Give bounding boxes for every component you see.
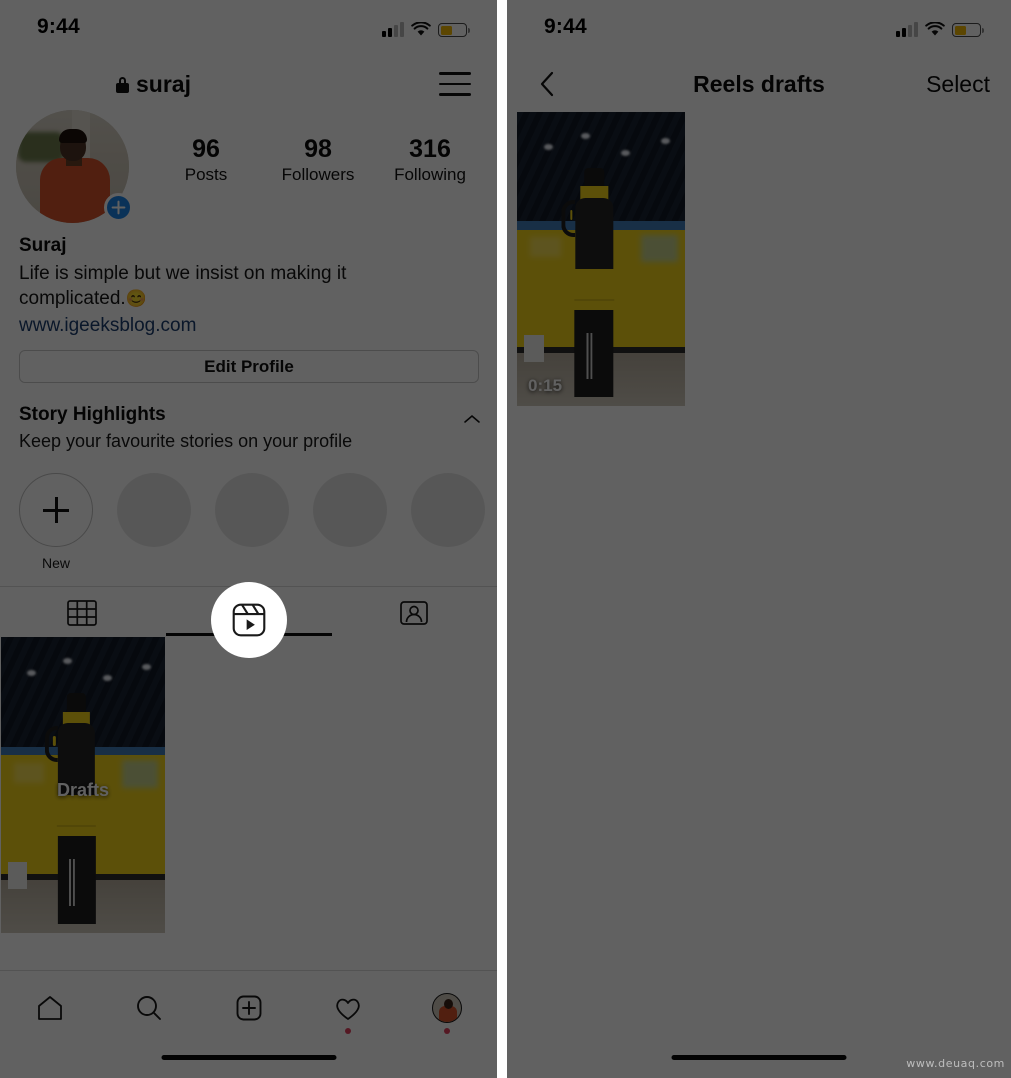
chevron-up-icon[interactable] <box>463 412 481 424</box>
profile-stats: 96 Posts 98 Followers 316 Following <box>150 136 486 185</box>
phone-screen-reels-drafts: 9:44 Reels drafts Select 0:15 <box>507 0 1011 1078</box>
wifi-icon <box>411 22 431 37</box>
stat-followers[interactable]: 98 Followers <box>262 136 374 185</box>
status-bar: 9:44 <box>0 0 497 52</box>
screenshot-root: 9:44 suraj 96 Posts 98 Followers 316 Fol… <box>0 0 1011 1078</box>
drafts-tile[interactable]: Drafts <box>0 636 166 934</box>
profile-badge-dot <box>444 1028 451 1034</box>
nav-activity[interactable] <box>298 986 397 1034</box>
status-bar-time: 9:44 <box>37 15 80 38</box>
new-highlight-label: New <box>41 555 70 571</box>
home-indicator <box>161 1055 336 1060</box>
edit-profile-button[interactable]: Edit Profile <box>19 350 479 383</box>
tab-tagged[interactable] <box>397 596 431 630</box>
lock-icon <box>116 76 129 93</box>
heart-icon <box>336 998 360 1020</box>
reel-draft-thumbnail-image <box>517 112 685 406</box>
activity-badge-dot <box>344 1028 351 1034</box>
bio-line-2: complicated. <box>19 287 126 309</box>
status-bar-indicators <box>382 17 470 37</box>
highlight-placeholder[interactable] <box>313 473 387 547</box>
website-link[interactable]: www.igeeksblog.com <box>19 313 479 340</box>
bio-line-1: Life is simple but we insist on making i… <box>19 262 347 284</box>
smiley-emoji-icon: 😊 <box>125 288 147 308</box>
avatar[interactable] <box>16 110 133 223</box>
nav-home[interactable] <box>0 986 99 1030</box>
bio-text: Life is simple but we insist on making i… <box>19 261 479 312</box>
search-icon <box>137 996 162 1020</box>
plus-icon <box>43 497 69 523</box>
wifi-icon <box>925 22 945 37</box>
status-bar-indicators <box>896 17 984 37</box>
select-button[interactable]: Select <box>926 71 990 98</box>
nav-profile[interactable] <box>398 986 497 1034</box>
duration-badge: 0:15 <box>528 376 563 395</box>
plus-badge-icon[interactable] <box>104 193 133 222</box>
stat-label: Following <box>394 165 466 184</box>
story-highlights-title: Story Highlights <box>19 404 166 425</box>
battery-low-power-icon <box>438 23 470 37</box>
profile-bio: Suraj Life is simple but we insist on ma… <box>19 232 479 340</box>
drafts-label: Drafts <box>56 780 109 800</box>
battery-low-power-icon <box>952 23 984 37</box>
highlight-placeholder[interactable] <box>215 473 289 547</box>
stat-posts[interactable]: 96 Posts <box>150 136 262 185</box>
nav-create[interactable] <box>199 986 298 1030</box>
status-bar: 9:44 <box>507 0 1011 52</box>
nav-search[interactable] <box>99 986 198 1030</box>
story-highlights-row: New <box>0 473 497 573</box>
stat-following[interactable]: 316 Following <box>374 136 486 185</box>
cellular-bars-icon <box>382 22 404 37</box>
highlight-placeholder[interactable] <box>117 473 191 547</box>
stat-value: 316 <box>409 135 451 163</box>
tab-grid[interactable] <box>65 596 99 630</box>
home-indicator <box>671 1055 847 1060</box>
reel-draft-tile[interactable]: 0:15 <box>515 110 687 408</box>
stat-label: Posts <box>184 165 228 184</box>
bottom-navigation-bar <box>0 970 497 1078</box>
cellular-bars-icon <box>896 22 918 37</box>
watermark: www.deuaq.com <box>906 1057 1005 1070</box>
reels-tab-highlight-annotation <box>211 582 287 658</box>
new-highlight-button[interactable] <box>19 473 93 547</box>
profile-header: suraj <box>0 60 497 112</box>
profile-screen: 9:44 suraj 96 Posts 98 Followers 316 Fol… <box>0 0 497 1078</box>
stat-value: 96 <box>192 135 220 163</box>
status-bar-time: 9:44 <box>544 15 587 38</box>
phone-screen-profile: 9:44 suraj 96 Posts 98 Followers 316 Fol… <box>0 0 497 1078</box>
stat-value: 98 <box>304 135 332 163</box>
username-label: suraj <box>136 71 191 97</box>
username-button[interactable]: suraj <box>108 68 261 101</box>
display-name: Suraj <box>19 235 67 256</box>
profile-avatar-icon <box>432 993 463 1023</box>
hamburger-menu-icon[interactable] <box>439 72 471 96</box>
home-icon <box>37 996 62 1020</box>
stat-label: Followers <box>281 165 355 184</box>
reels-drafts-screen: 9:44 Reels drafts Select 0:15 <box>507 0 1011 1078</box>
plus-square-icon <box>236 995 261 1021</box>
reels-drafts-header: Reels drafts Select <box>507 60 1011 110</box>
highlight-placeholder[interactable] <box>411 473 485 547</box>
story-highlights-subtitle: Keep your favourite stories on your prof… <box>19 431 353 451</box>
